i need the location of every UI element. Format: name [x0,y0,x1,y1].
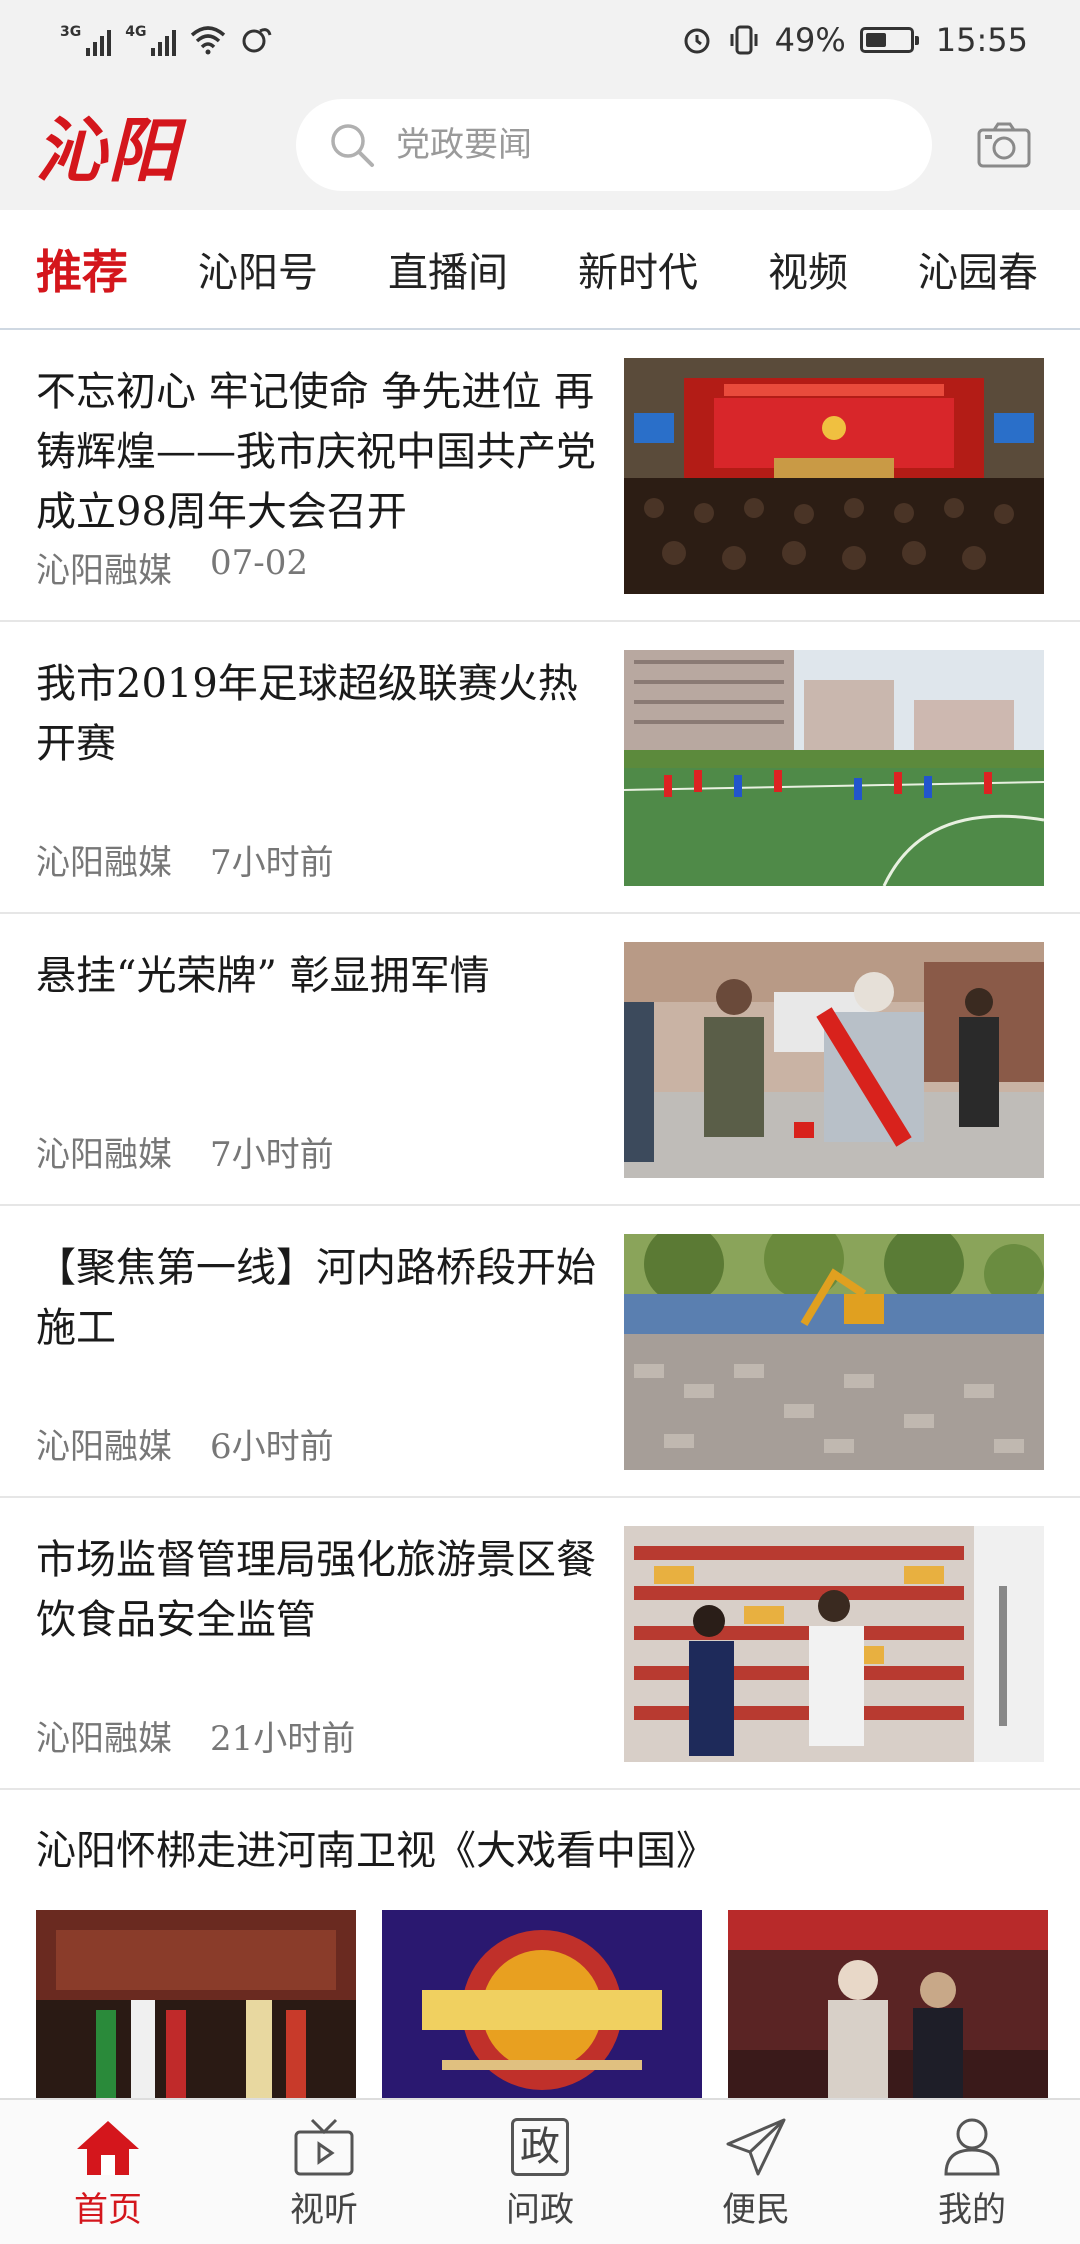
news-time: 7小时前 [210,1135,334,1175]
wifi-icon [191,26,226,55]
news-thumbnail [624,942,1044,1178]
news-item[interactable]: 不忘初心 牢记使命 争先进位 再铸辉煌——我市庆祝中国共产党成立98周年大会召开… [0,330,1080,622]
news-time: 7小时前 [210,843,334,883]
news-meta: 沁阳融媒 7小时前 [36,835,334,884]
news-item[interactable]: 市场监督管理局强化旅游景区餐饮食品安全监管 沁阳融媒 21小时前 [0,1498,1080,1790]
nav-services[interactable]: 便民 [676,2114,836,2231]
news-title: 市场监督管理局强化旅游景区餐饮食品安全监管 [36,1537,596,1643]
home-icon [73,2114,143,2180]
food-store-inspection-image [624,1526,1044,1762]
news-source: 沁阳融媒 [36,551,172,591]
battery-percent: 49% [774,21,846,59]
gallery-images [36,1910,1048,2098]
show-title-card-image [382,1910,702,2098]
status-right: 49% 15:55 [681,21,1028,59]
gallery-title: 沁阳怀梆走进河南卫视《大戏看中国》 [36,1828,716,1874]
nav-profile[interactable]: 我的 [892,2114,1052,2231]
news-item[interactable]: 悬挂“光荣牌” 彰显拥军情 沁阳融媒 7小时前 [0,914,1080,1206]
zheng-glyph: 政 [511,2117,569,2176]
status-bar: 3G 4G 49% 15:55 [0,0,1080,80]
bottom-nav: 首页 视听 政 问政 便民 我的 [0,2098,1080,2244]
nav-ask-government[interactable]: 政 问政 [460,2114,620,2231]
conference-hall-image [624,358,1044,594]
news-thumbnail [624,1526,1044,1762]
honor-plaque-image [624,942,1044,1178]
nav-profile-label: 我的 [938,2189,1006,2230]
news-source: 沁阳融媒 [36,1427,172,1467]
nav-home[interactable]: 首页 [28,2114,188,2231]
tab-recommend[interactable]: 推荐 [36,236,128,302]
alarm-icon [684,28,710,54]
news-meta: 沁阳融媒 07-02 [36,543,308,592]
news-source: 沁阳融媒 [36,843,172,883]
news-thumbnail [624,358,1044,594]
news-time: 21小时前 [210,1719,356,1759]
football-match-image [624,650,1044,886]
news-thumbnail [624,650,1044,886]
search-icon [331,124,374,167]
gallery-image [36,1910,356,2098]
channel-tabs: 推荐 沁阳号 直播间 新时代 视频 沁园春 [0,210,1080,330]
app-logo: 沁阳 [36,108,180,192]
signal-3g-label: 3G [60,24,82,40]
news-meta: 沁阳融媒 6小时前 [36,1419,334,1468]
camera-icon[interactable] [976,120,1032,170]
vibrate-icon [730,25,758,55]
news-thumbnail [624,1234,1044,1470]
gallery-image [728,1910,1048,2098]
road-construction-image [624,1234,1044,1470]
gallery-image [382,1910,702,2098]
nav-av[interactable]: 视听 [244,2114,404,2231]
news-meta: 沁阳融媒 21小时前 [36,1711,355,1760]
search-bar[interactable] [296,99,932,191]
battery-icon [859,27,919,53]
news-time: 6小时前 [210,1427,334,1467]
send-icon [721,2114,791,2180]
status-left: 3G 4G [60,24,272,56]
signal-4g-icon: 4G [125,24,177,56]
news-title: 【聚焦第一线】河内路桥段开始施工 [36,1245,596,1351]
news-item[interactable]: 我市2019年足球超级联赛火热开赛 沁阳融媒 7小时前 [0,622,1080,914]
signal-4g-label: 4G [125,24,147,40]
nav-ask-government-label: 问政 [506,2189,574,2230]
nav-home-label: 首页 [74,2189,142,2230]
tab-new-era[interactable]: 新时代 [578,240,698,298]
news-title: 我市2019年足球超级联赛火热开赛 [36,661,578,767]
news-item[interactable]: 【聚焦第一线】河内路桥段开始施工 沁阳融媒 6小时前 [0,1206,1080,1498]
news-feed: 不忘初心 牢记使命 争先进位 再铸辉煌——我市庆祝中国共产党成立98周年大会召开… [0,330,1080,2098]
opera-stage-image [36,1910,356,2098]
gallery-news-item[interactable]: 沁阳怀梆走进河南卫视《大戏看中国》 [0,1790,1080,2098]
news-title: 不忘初心 牢记使命 争先进位 再铸辉煌——我市庆祝中国共产党成立98周年大会召开 [36,369,596,535]
tab-video[interactable]: 视频 [768,240,848,298]
opera-performers-image [728,1910,1048,2098]
battery-fill [865,33,887,47]
news-title: 悬挂“光荣牌” 彰显拥军情 [36,953,490,999]
news-source: 沁阳融媒 [36,1719,172,1759]
tab-qinyang-hao[interactable]: 沁阳号 [198,240,318,298]
user-icon [937,2114,1007,2180]
news-source: 沁阳融媒 [36,1135,172,1175]
clock: 15:55 [935,21,1028,59]
tv-icon [289,2114,359,2180]
tab-live-room[interactable]: 直播间 [388,240,508,298]
app-header: 沁阳 [0,80,1080,210]
nav-services-label: 便民 [722,2189,790,2230]
news-meta: 沁阳融媒 7小时前 [36,1127,334,1176]
zheng-icon: 政 [505,2114,575,2180]
search-input[interactable] [394,124,874,166]
signal-3g-icon: 3G [60,24,112,56]
nav-av-label: 视听 [290,2189,358,2230]
app-notification-icon [242,28,272,53]
news-time: 07-02 [210,543,309,583]
tab-qinyuanchun[interactable]: 沁园春 [918,240,1038,298]
